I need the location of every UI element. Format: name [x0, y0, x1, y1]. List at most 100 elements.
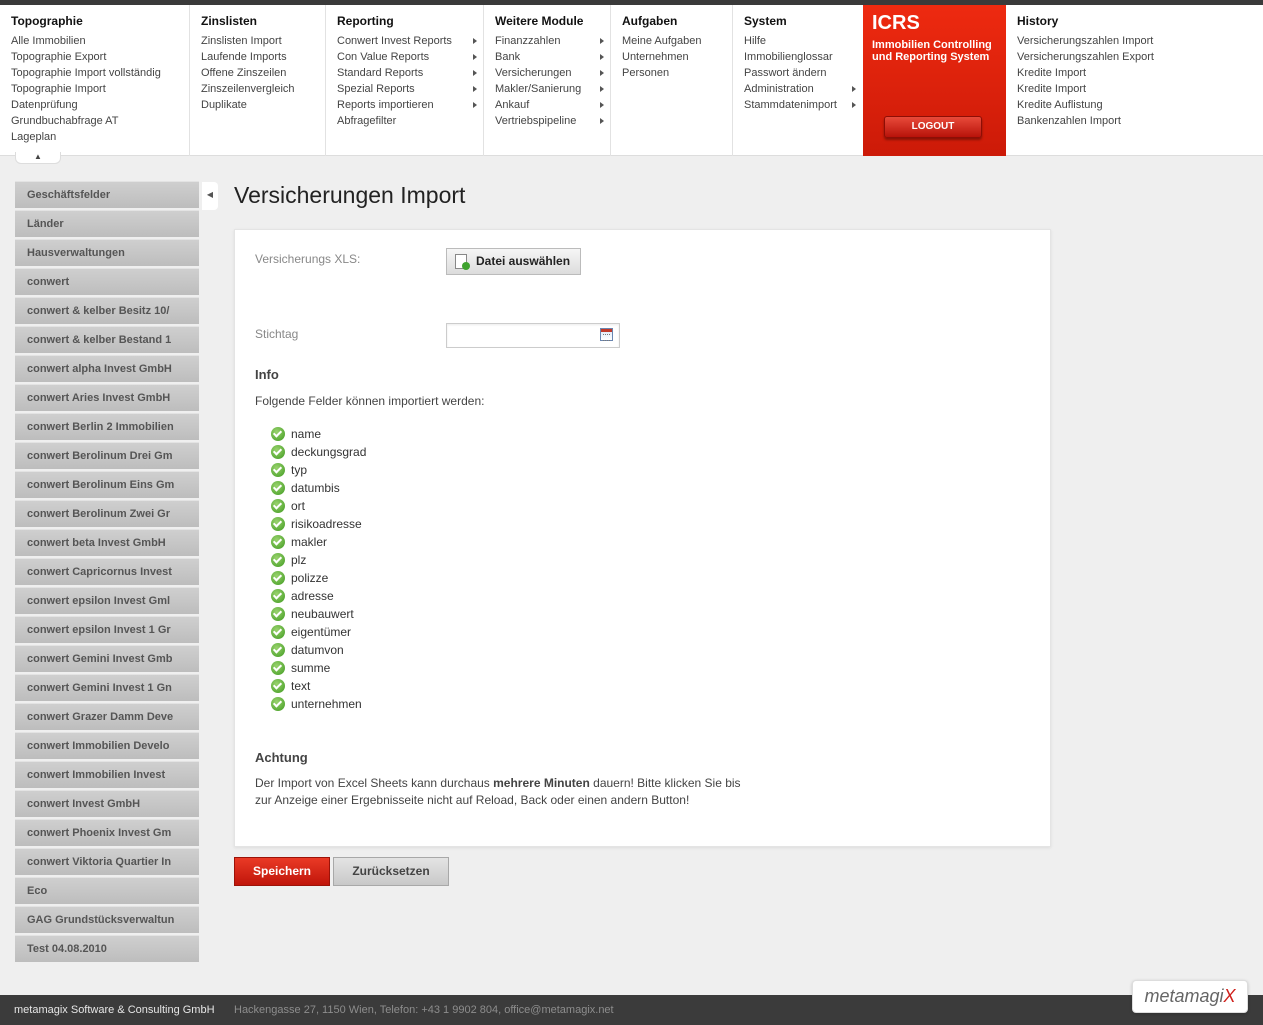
menu-heading[interactable]: Reporting	[337, 13, 483, 29]
sidebar-item[interactable]: Test 04.08.2010	[15, 935, 199, 962]
field-list-item: neubauwert	[271, 605, 366, 623]
sidebar-item[interactable]: conwert Gemini Invest Gmb	[15, 645, 199, 672]
sidebar-item[interactable]: GAG Grundstücksverwaltun	[15, 906, 199, 933]
choose-file-button[interactable]: Datei auswählen	[446, 248, 581, 275]
menu-item-label: Topographie Import	[11, 83, 106, 95]
menu-item[interactable]: Con Value Reports	[337, 49, 483, 65]
sidebar-item[interactable]: Hausverwaltungen	[15, 239, 199, 266]
warning-text-bold: mehrere Minuten	[493, 776, 590, 790]
menu-item-label: Spezial Reports	[337, 83, 415, 95]
field-list-item: name	[271, 425, 366, 443]
calendar-icon[interactable]	[600, 328, 613, 341]
submenu-arrow-icon	[852, 102, 856, 108]
menu-item[interactable]: Versicherungen	[495, 65, 610, 81]
metamagix-logo[interactable]: metamagiX	[1132, 980, 1248, 1013]
menu-item[interactable]: Conwert Invest Reports	[337, 33, 483, 49]
sidebar-item[interactable]: conwert Berolinum Eins Gm	[15, 471, 199, 498]
sidebar-item[interactable]: Geschäftsfelder	[15, 181, 199, 208]
menu-item[interactable]: Immobilienglossar	[744, 49, 863, 65]
menu-item[interactable]: Datenprüfung	[11, 97, 189, 113]
sidebar-item[interactable]: conwert Immobilien Develo	[15, 732, 199, 759]
menu-item[interactable]: Personen	[622, 65, 732, 81]
sidebar-item[interactable]: conwert	[15, 268, 199, 295]
warning-text: Der Import von Excel Sheets kann durchau…	[255, 775, 775, 809]
menu-item[interactable]: Kredite Import	[1017, 81, 1263, 97]
menu-item[interactable]: Administration	[744, 81, 863, 97]
menu-item-label: Versicherungszahlen Export	[1017, 51, 1154, 63]
menu-item[interactable]: Unternehmen	[622, 49, 732, 65]
sidebar-item[interactable]: conwert Berolinum Zwei Gr	[15, 500, 199, 527]
sidebar-item[interactable]: Eco	[15, 877, 199, 904]
menu-item[interactable]: Lageplan	[11, 129, 189, 145]
menu-item[interactable]: Duplikate	[201, 97, 325, 113]
menu-item-label: Vertriebspipeline	[495, 115, 577, 127]
collapse-menu-icon[interactable]: ▲	[15, 152, 61, 164]
sidebar-item[interactable]: conwert & kelber Bestand 1	[15, 326, 199, 353]
menu-item[interactable]: Zinszeilenvergleich	[201, 81, 325, 97]
menu-item[interactable]: Standard Reports	[337, 65, 483, 81]
menu-item-label: Conwert Invest Reports	[337, 35, 452, 47]
menu-heading[interactable]: System	[744, 13, 863, 29]
menu-item[interactable]: Topographie Import vollständig	[11, 65, 189, 81]
sidebar-item[interactable]: conwert Immobilien Invest	[15, 761, 199, 788]
menu-item[interactable]: Makler/Sanierung	[495, 81, 610, 97]
sidebar-item[interactable]: conwert beta Invest GmbH	[15, 529, 199, 556]
menu-item[interactable]: Versicherungszahlen Export	[1017, 49, 1263, 65]
submenu-arrow-icon	[600, 38, 604, 44]
sidebar-item[interactable]: Länder	[15, 210, 199, 237]
menu-item[interactable]: Stammdatenimport	[744, 97, 863, 113]
menu-item-label: Meine Aufgaben	[622, 35, 702, 47]
field-list-item: summe	[271, 659, 366, 677]
menu-item[interactable]: Reports importieren	[337, 97, 483, 113]
menu-heading[interactable]: Zinslisten	[201, 13, 325, 29]
sidebar-item[interactable]: conwert Capricornus Invest	[15, 558, 199, 585]
save-button[interactable]: Speichern	[234, 857, 330, 886]
sidebar-item[interactable]: conwert Berlin 2 Immobilien	[15, 413, 199, 440]
collapse-sidebar-icon[interactable]: ◀	[202, 182, 218, 210]
stichtag-date-input[interactable]	[446, 323, 620, 348]
menu-item[interactable]: Topographie Import	[11, 81, 189, 97]
reset-button[interactable]: Zurücksetzen	[333, 857, 449, 886]
menu-heading[interactable]: Aufgaben	[622, 13, 732, 29]
menu-item[interactable]: Bankenzahlen Import	[1017, 113, 1263, 129]
menu-heading[interactable]: Weitere Module	[495, 13, 610, 29]
sidebar-item[interactable]: conwert Invest GmbH	[15, 790, 199, 817]
menu-item-label: Lageplan	[11, 131, 57, 143]
sidebar-item[interactable]: conwert alpha Invest GmbH	[15, 355, 199, 382]
menu-item[interactable]: Bank	[495, 49, 610, 65]
menu-item[interactable]: Offene Zinszeilen	[201, 65, 325, 81]
sidebar-item[interactable]: conwert epsilon Invest 1 Gr	[15, 616, 199, 643]
menu-item[interactable]: Spezial Reports	[337, 81, 483, 97]
sidebar-item[interactable]: conwert Berolinum Drei Gm	[15, 442, 199, 469]
menu-item-label: Unternehmen	[622, 51, 689, 63]
field-name: unternehmen	[291, 697, 362, 711]
menu-item[interactable]: Passwort ändern	[744, 65, 863, 81]
sidebar-item[interactable]: conwert Aries Invest GmbH	[15, 384, 199, 411]
menu-item[interactable]: Hilfe	[744, 33, 863, 49]
sidebar-item[interactable]: conwert Grazer Damm Deve	[15, 703, 199, 730]
menu-item[interactable]: Kredite Auflistung	[1017, 97, 1263, 113]
menu-item[interactable]: Versicherungszahlen Import	[1017, 33, 1263, 49]
sidebar-item[interactable]: conwert Phoenix Invest Gm	[15, 819, 199, 846]
sidebar-item[interactable]: conwert epsilon Invest Gml	[15, 587, 199, 614]
footer-address: Hackengasse 27, 1150 Wien, Telefon: +43 …	[234, 1004, 614, 1016]
logout-button[interactable]: LOGOUT	[884, 116, 982, 138]
menu-item[interactable]: Abfragefilter	[337, 113, 483, 129]
menu-item[interactable]: Meine Aufgaben	[622, 33, 732, 49]
menu-item[interactable]: Kredite Import	[1017, 65, 1263, 81]
menu-heading[interactable]: Topographie	[11, 13, 189, 29]
sidebar-item[interactable]: conwert Gemini Invest 1 Gn	[15, 674, 199, 701]
sidebar-item[interactable]: conwert Viktoria Quartier In	[15, 848, 199, 875]
menu-item[interactable]: Vertriebspipeline	[495, 113, 610, 129]
menu-item[interactable]: Grundbuchabfrage AT	[11, 113, 189, 129]
submenu-arrow-icon	[600, 86, 604, 92]
menu-item[interactable]: Ankauf	[495, 97, 610, 113]
menu-item[interactable]: Finanzzahlen	[495, 33, 610, 49]
menu-item[interactable]: Laufende Imports	[201, 49, 325, 65]
menu-item-label: Offene Zinszeilen	[201, 67, 287, 79]
menu-item[interactable]: Alle Immobilien	[11, 33, 189, 49]
sidebar-item[interactable]: conwert & kelber Besitz 10/	[15, 297, 199, 324]
menu-heading[interactable]: History	[1017, 13, 1263, 29]
menu-item[interactable]: Topographie Export	[11, 49, 189, 65]
menu-item[interactable]: Zinslisten Import	[201, 33, 325, 49]
